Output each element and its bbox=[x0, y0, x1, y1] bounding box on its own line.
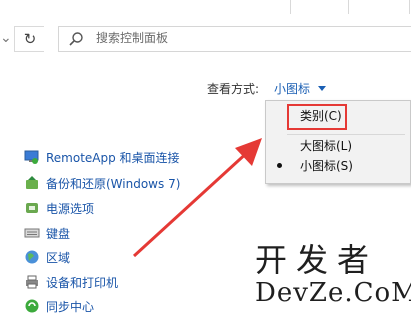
view-by-dropdown[interactable]: 小图标 bbox=[274, 81, 310, 97]
menu-item-large-icons[interactable]: 大图标(L) bbox=[300, 138, 352, 154]
titlebar-divider bbox=[348, 0, 349, 14]
watermark-text: 开发者 bbox=[255, 241, 379, 279]
control-panel-item[interactable]: 备份和还原(Windows 7) bbox=[46, 176, 180, 192]
search-placeholder[interactable]: 搜索控制面板 bbox=[96, 30, 168, 46]
chevron-down-icon[interactable]: ⌄ bbox=[0, 28, 12, 48]
power-icon bbox=[26, 203, 38, 213]
menu-item-small-icons[interactable]: 小图标(S) bbox=[300, 158, 353, 174]
refresh-icon: ↻ bbox=[23, 30, 37, 48]
search-icon bbox=[69, 32, 83, 46]
menu-divider bbox=[287, 134, 405, 135]
view-by-label: 查看方式: bbox=[207, 82, 260, 96]
titlebar-divider bbox=[290, 0, 291, 14]
remoteapp-icon bbox=[24, 150, 39, 164]
printer-icon bbox=[26, 275, 38, 289]
control-panel-item[interactable]: 同步中心 bbox=[46, 299, 94, 315]
backup-icon bbox=[26, 176, 38, 189]
control-panel-item[interactable]: 电源选项 bbox=[46, 201, 94, 217]
control-panel-item[interactable]: RemoteApp 和桌面连接 bbox=[46, 150, 180, 166]
titlebar-divider bbox=[409, 0, 410, 14]
watermark-domain: DevZe.CoM bbox=[255, 278, 411, 308]
region-icon bbox=[25, 250, 39, 264]
control-panel-item[interactable]: 键盘 bbox=[46, 226, 70, 242]
control-panel-item[interactable]: 设备和打印机 bbox=[46, 275, 118, 291]
control-panel-item[interactable]: 区域 bbox=[46, 250, 70, 266]
title-bar bbox=[0, 0, 411, 14]
keyboard-icon bbox=[24, 228, 40, 238]
menu-item-category[interactable]: 类别(C) bbox=[300, 108, 342, 124]
dropdown-arrow-icon[interactable] bbox=[318, 86, 326, 91]
